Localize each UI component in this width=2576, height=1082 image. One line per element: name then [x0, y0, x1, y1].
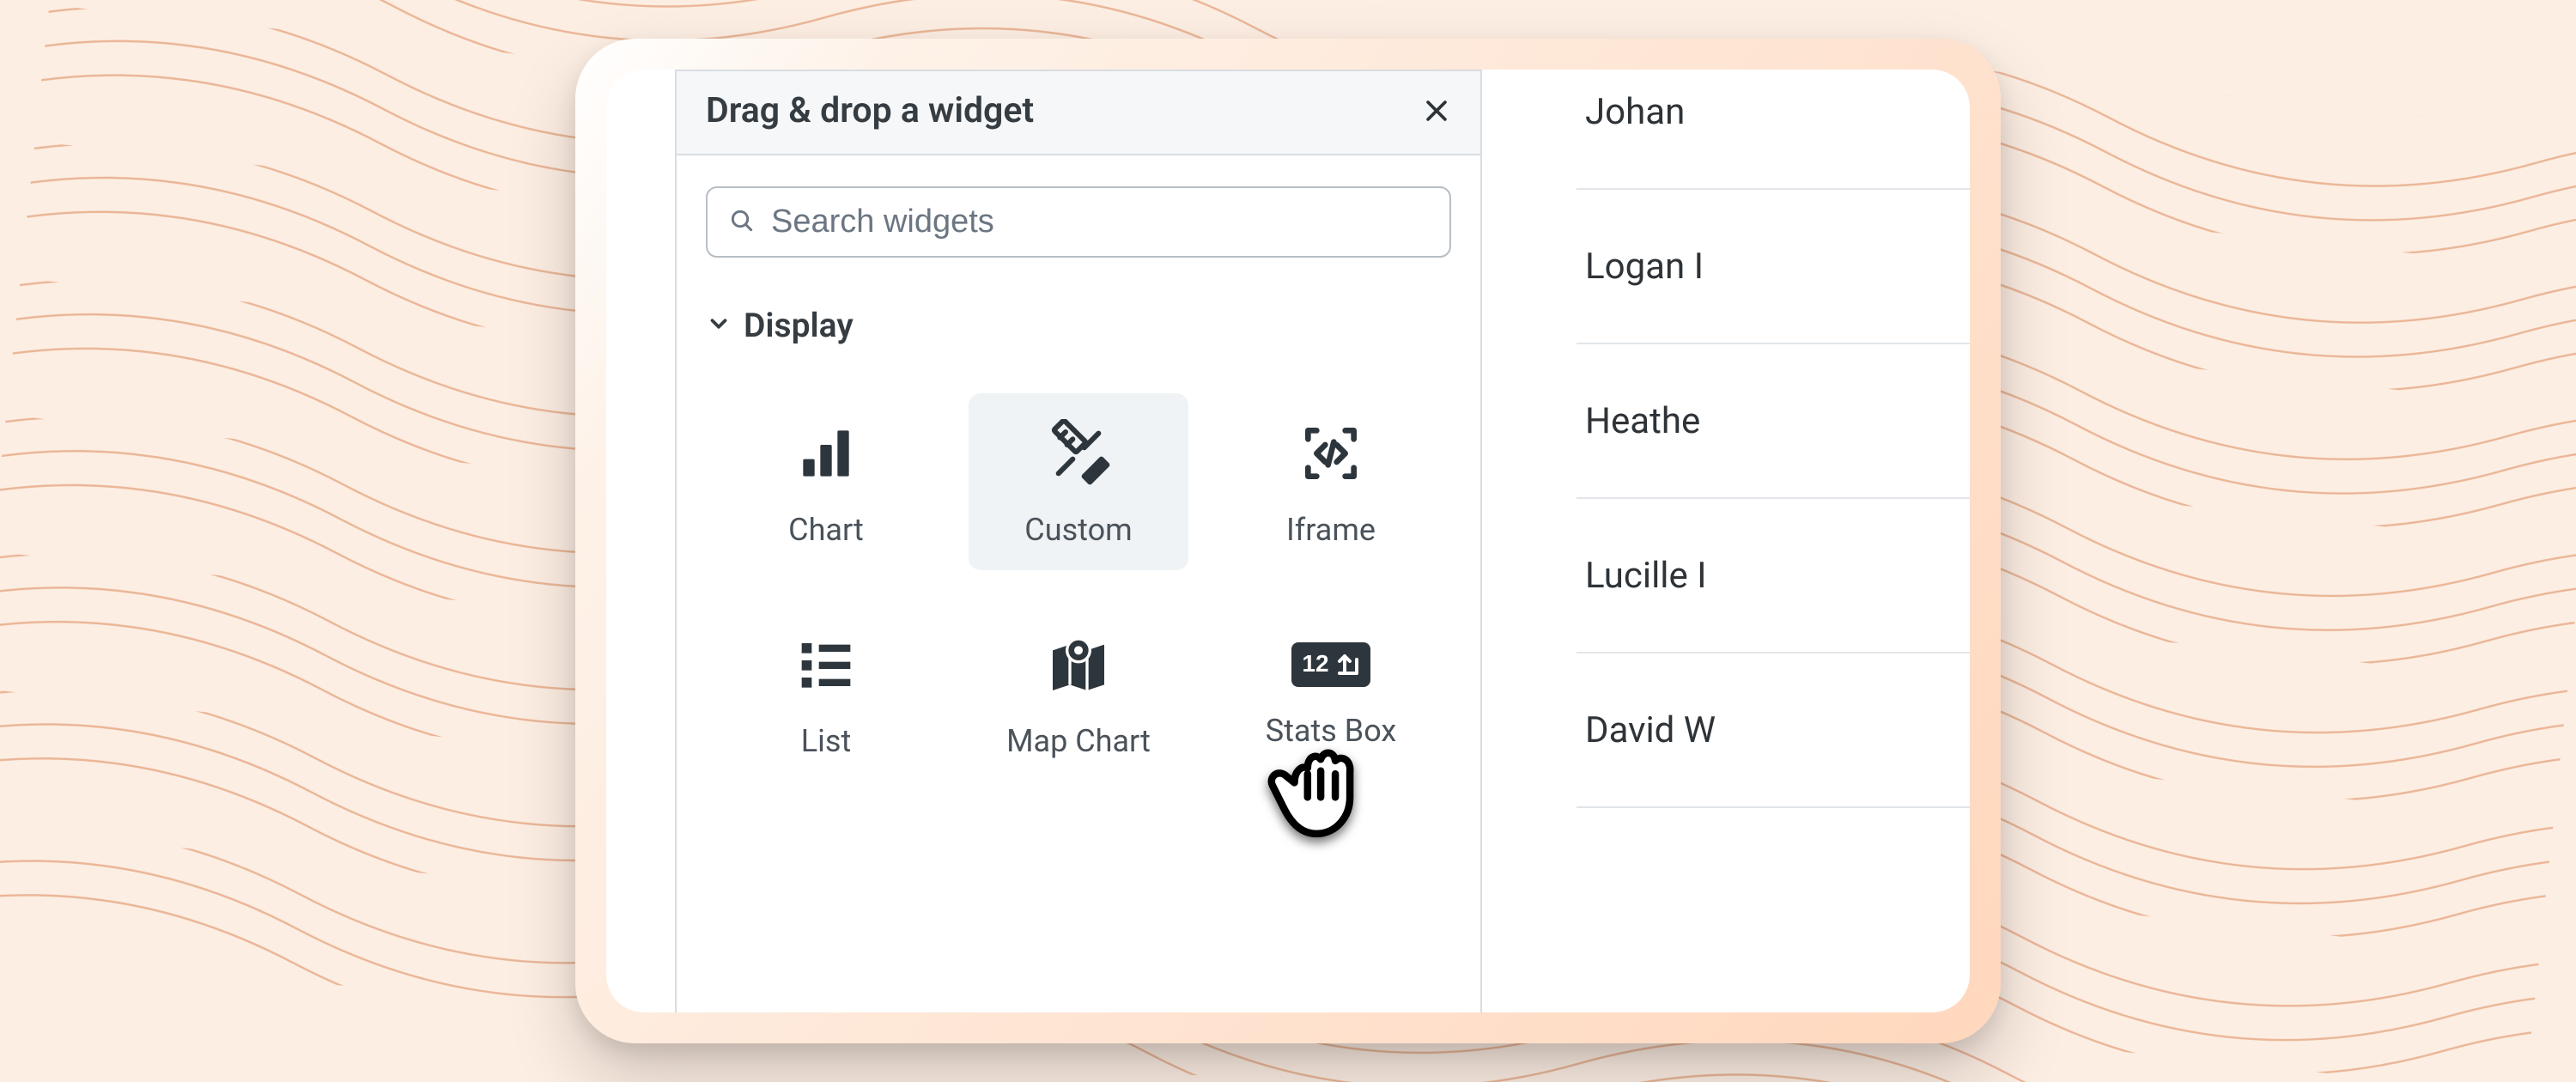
records-list: Johan Logan I Heathe Lucille I David W — [1577, 70, 1970, 808]
panel-header: Drag & drop a widget — [677, 71, 1480, 155]
bar-chart-icon — [792, 419, 860, 488]
list-item[interactable]: Johan — [1577, 70, 1970, 190]
list-item[interactable]: Lucille I — [1577, 499, 1970, 653]
widget-label: Stats Box — [1266, 713, 1396, 749]
list-icon — [792, 630, 860, 699]
widget-panel-wrap: Drag & drop a widget — [606, 70, 1482, 1012]
widget-grid: Chart — [706, 393, 1451, 781]
section-title: Display — [744, 306, 854, 345]
list-item-label: Heathe — [1585, 400, 1700, 442]
close-button[interactable] — [1422, 96, 1451, 125]
widget-tile-list[interactable]: List — [716, 605, 936, 781]
widget-tile-map-chart[interactable]: Map Chart — [969, 605, 1188, 781]
preview-card-inner: Drag & drop a widget — [606, 70, 1970, 1012]
section-header-display[interactable]: Display — [706, 306, 1451, 345]
panel-body: Display Chart — [677, 155, 1480, 1012]
search-icon — [728, 207, 756, 238]
widget-panel: Drag & drop a widget — [675, 70, 1482, 1012]
close-icon — [1422, 96, 1451, 125]
widget-tile-custom[interactable]: Custom — [969, 393, 1188, 570]
list-item[interactable]: David W — [1577, 653, 1970, 808]
widget-tile-iframe[interactable]: Iframe — [1221, 393, 1441, 570]
widget-label: Chart — [788, 512, 864, 548]
list-item-label: David W — [1585, 709, 1716, 751]
widget-label: List — [801, 723, 852, 759]
preview-card: Drag & drop a widget — [575, 39, 2001, 1043]
list-item-label: Johan — [1585, 91, 1685, 133]
records-column: Johan Logan I Heathe Lucille I David W — [1482, 70, 1970, 1012]
widget-tile-chart[interactable]: Chart — [716, 393, 936, 570]
widget-label: Iframe — [1286, 512, 1376, 548]
list-item[interactable]: Heathe — [1577, 344, 1970, 499]
list-item[interactable]: Logan I — [1577, 190, 1970, 344]
panel-title: Drag & drop a widget — [706, 90, 1034, 131]
tools-icon — [1044, 419, 1113, 488]
iframe-icon — [1297, 419, 1365, 488]
list-item-label: Logan I — [1585, 246, 1704, 288]
svg-text:12: 12 — [1302, 650, 1328, 677]
widget-label: Custom — [1024, 512, 1132, 548]
search-input[interactable] — [771, 204, 1429, 240]
map-pin-icon — [1044, 630, 1113, 699]
list-item-label: Lucille I — [1585, 555, 1707, 597]
search-box[interactable] — [706, 186, 1451, 258]
widget-tile-stats-box[interactable]: 12 Stats Box — [1221, 605, 1441, 781]
chevron-down-icon — [706, 311, 732, 340]
widget-label: Map Chart — [1006, 723, 1151, 759]
stats-box-icon: 12 — [1290, 641, 1372, 689]
